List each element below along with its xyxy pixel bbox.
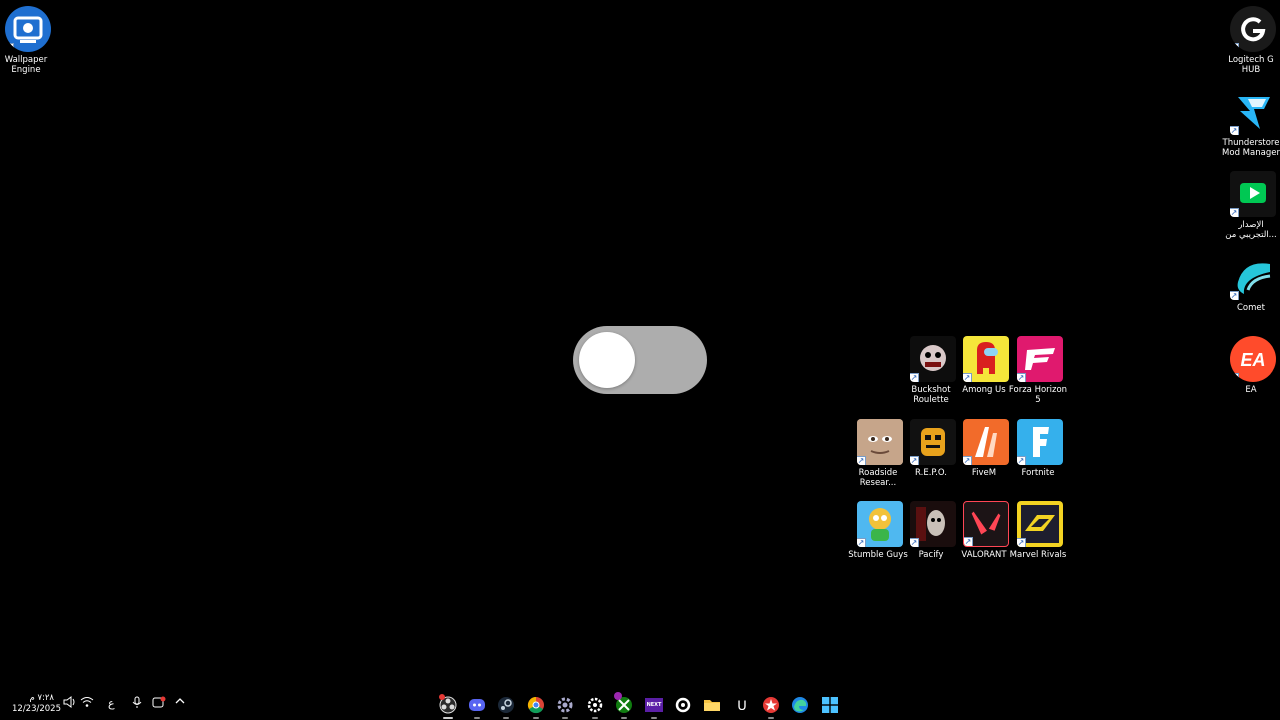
shortcut-arrow-icon: ↗ xyxy=(963,456,972,465)
sync-icon[interactable] xyxy=(152,696,166,712)
among-us-icon: ↗ xyxy=(963,336,1009,382)
roadside-research-icon: ↗ xyxy=(857,419,903,465)
pacify-icon: ↗ xyxy=(910,501,956,547)
marvel-rivals-icon: ↗ xyxy=(1017,501,1063,547)
rockstar-icon[interactable] xyxy=(759,694,783,719)
settings-icon[interactable] xyxy=(553,694,577,719)
shortcut-arrow-icon: ↗ xyxy=(1017,373,1026,382)
comet-icon: ↗ xyxy=(1230,254,1276,300)
desktop-icon-label: Marvel Rivals xyxy=(1009,550,1067,560)
desktop-icon-ea[interactable]: EA ↗ EA xyxy=(1226,336,1280,395)
file-explorer-icon[interactable] xyxy=(700,694,724,716)
desktop-icon-fortnite[interactable]: ↗ Fortnite xyxy=(1013,419,1067,478)
repo-icon: ↗ xyxy=(910,419,956,465)
wallpaper-engine-icon: ↗ xyxy=(5,6,51,52)
steam-icon[interactable] xyxy=(494,694,518,719)
shortcut-arrow-icon: ↗ xyxy=(5,43,14,52)
fivem-icon: ↗ xyxy=(963,419,1009,465)
desktop-icon-label: Forza Horizon 5 xyxy=(1008,385,1068,405)
desktop-icon-stumble-guys[interactable]: ↗ Stumble Guys xyxy=(848,501,908,560)
desktop-icon-comet[interactable]: ↗ Comet xyxy=(1226,254,1280,313)
desktop-icon-among-us[interactable]: ↗ Among Us xyxy=(959,336,1013,395)
language-indicator[interactable]: ع xyxy=(108,697,115,710)
shortcut-arrow-icon: ↗ xyxy=(910,538,919,547)
desktop-icon-fivem[interactable]: ↗ FiveM xyxy=(959,419,1013,478)
desktop-icon-wallpaper-engine[interactable]: ↗ Wallpaper Engine xyxy=(1,6,55,75)
kick-icon[interactable]: NEXT xyxy=(642,694,666,719)
clock-time: ٧:٢٨ م xyxy=(29,693,54,703)
desktop-icon-label: Fortnite xyxy=(1021,468,1055,478)
logitech-g-hub-icon: ↗ xyxy=(1230,6,1276,52)
desktop-icon-logitech-g-hub[interactable]: ↗ Logitech G HUB xyxy=(1226,6,1280,75)
shortcut-arrow-icon: ↗ xyxy=(1230,208,1239,217)
kick-label: NEXT xyxy=(645,698,663,712)
clock-date: 12/23/2025 xyxy=(12,704,61,714)
desktop-icon-repo[interactable]: ↗ R.E.P.O. xyxy=(906,419,960,478)
shortcut-arrow-icon: ↗ xyxy=(1017,538,1026,547)
steelseries-icon[interactable] xyxy=(583,694,607,719)
shortcut-arrow-icon: ↗ xyxy=(857,456,866,465)
discord-icon[interactable] xyxy=(465,694,489,719)
shortcut-arrow-icon: ↗ xyxy=(1017,456,1026,465)
shortcut-arrow-icon: ↗ xyxy=(857,538,866,547)
google-play-games-icon: ↗ xyxy=(1230,171,1276,217)
wifi-icon[interactable] xyxy=(80,696,94,711)
start-icon[interactable] xyxy=(818,694,842,716)
desktop-icon-thunderstore[interactable]: ↗ Thunderstore Mod Manager xyxy=(1222,89,1280,158)
desktop-icon-label: Comet xyxy=(1237,303,1265,313)
valorant-icon: ↗ xyxy=(963,501,1009,547)
desktop-icon-google-play-games[interactable]: ↗ الإصدار التجريبي من... xyxy=(1225,171,1280,240)
shortcut-arrow-icon: ↗ xyxy=(910,373,919,382)
shortcut-arrow-icon: ↗ xyxy=(1230,291,1239,300)
microphone-icon[interactable] xyxy=(131,696,143,712)
desktop-icon-label: VALORANT xyxy=(961,550,1007,560)
desktop-icon-label: Among Us xyxy=(962,385,1006,395)
thunderstore-icon: ↗ xyxy=(1230,89,1276,135)
stumble-guys-icon: ↗ xyxy=(857,501,903,547)
desktop-icon-marvel-rivals[interactable]: ↗ Marvel Rivals xyxy=(1010,501,1067,560)
toggle-switch[interactable] xyxy=(573,326,707,394)
desktop-icon-label: EA xyxy=(1245,385,1257,395)
desktop-icon-label: Logitech G HUB xyxy=(1228,55,1274,75)
desktop-icon-roadside-research[interactable]: ↗ Roadside Resear... xyxy=(853,419,907,488)
svg-text:EA: EA xyxy=(1240,350,1265,370)
desktop-icon-label: الإصدار التجريبي من... xyxy=(1225,220,1277,240)
shortcut-arrow-icon: ↗ xyxy=(1230,373,1239,382)
desktop-icon-buckshot-roulette[interactable]: ↗ Buckshot Roulette xyxy=(906,336,960,405)
shortcut-arrow-icon: ↗ xyxy=(910,456,919,465)
svg-text:ᑌ: ᑌ xyxy=(737,699,747,714)
desktop-icon-valorant[interactable]: ↗ VALORANT xyxy=(959,501,1013,560)
fortnite-icon: ↗ xyxy=(1017,419,1063,465)
xbox-icon[interactable] xyxy=(612,692,636,719)
volume-icon[interactable] xyxy=(63,696,77,711)
lens-icon[interactable] xyxy=(671,694,695,716)
shortcut-arrow-icon: ↗ xyxy=(964,537,973,546)
shortcut-arrow-icon: ↗ xyxy=(963,373,972,382)
desktop-icon-label: Wallpaper Engine xyxy=(4,55,48,75)
toggle-knob[interactable] xyxy=(579,332,635,388)
ubisoft-icon[interactable]: ᑌ xyxy=(730,694,754,716)
chrome-icon[interactable] xyxy=(524,694,548,719)
desktop-icon-pacify[interactable]: ↗ Pacify xyxy=(906,501,960,560)
chevron-up-icon[interactable] xyxy=(175,696,185,709)
edge-icon[interactable] xyxy=(788,694,812,716)
forza-horizon-icon: ↗ xyxy=(1017,336,1063,382)
taskbar: ٧:٢٨ م 12/23/2025 ع NEXT ᑌ xyxy=(0,690,1280,720)
shortcut-arrow-icon: ↗ xyxy=(1230,126,1239,135)
ea-icon: EA ↗ xyxy=(1230,336,1276,382)
obs-icon[interactable] xyxy=(436,694,460,719)
desktop-icon-label: Thunderstore Mod Manager xyxy=(1222,138,1280,158)
desktop-icon-forza-horizon[interactable]: ↗ Forza Horizon 5 xyxy=(1009,336,1067,405)
system-clock[interactable]: ٧:٢٨ م 12/23/2025 xyxy=(12,693,61,715)
shortcut-arrow-icon: ↗ xyxy=(1230,43,1239,52)
buckshot-roulette-icon: ↗ xyxy=(910,336,956,382)
desktop-icon-label: FiveM xyxy=(971,468,997,478)
